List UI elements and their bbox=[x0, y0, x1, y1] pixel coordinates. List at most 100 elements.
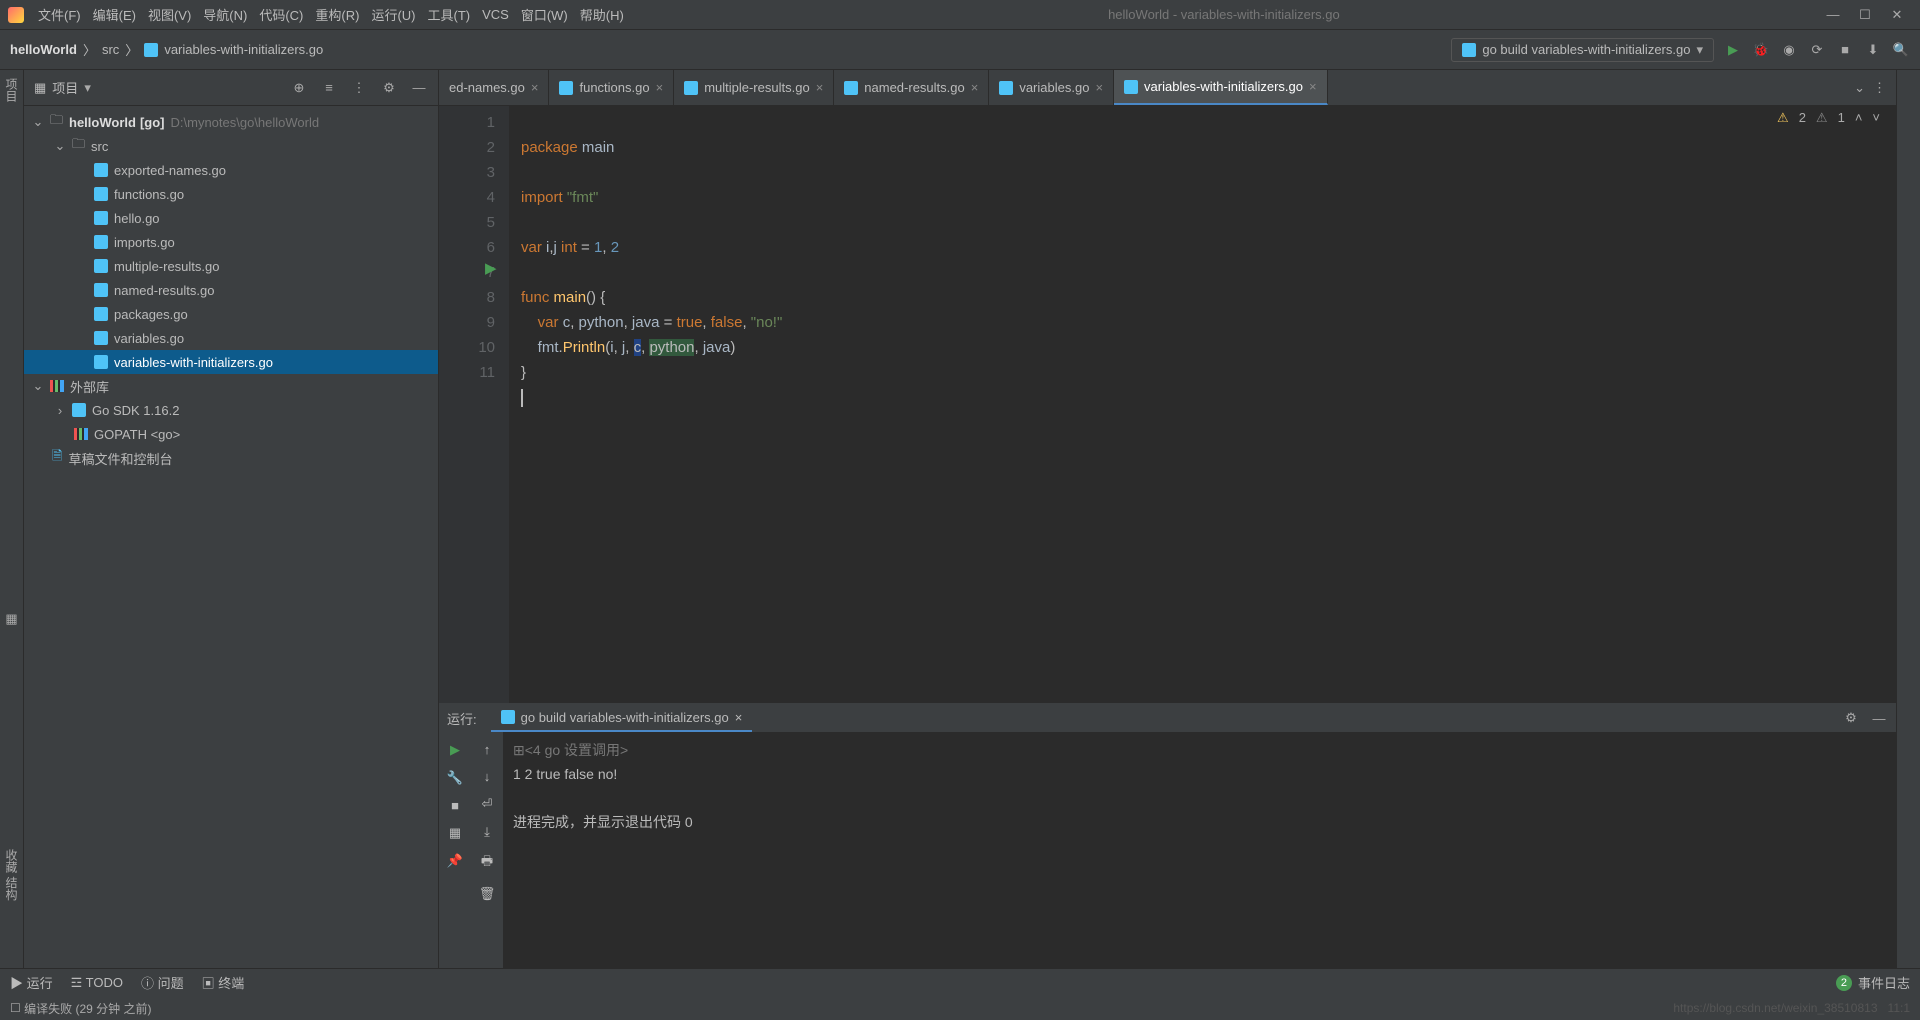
file-item[interactable]: exported-names.go bbox=[24, 158, 438, 182]
breadcrumb-file[interactable]: variables-with-initializers.go bbox=[164, 42, 323, 57]
menu-navigate[interactable]: 导航(N) bbox=[197, 5, 253, 24]
titlebar: 文件(F) 编辑(E) 视图(V) 导航(N) 代码(C) 重构(R) 运行(U… bbox=[0, 0, 1920, 30]
breadcrumb-project[interactable]: helloWorld bbox=[10, 42, 77, 57]
close-icon[interactable]: × bbox=[656, 80, 664, 95]
settings-icon[interactable]: ⚙ bbox=[380, 79, 398, 97]
file-item[interactable]: functions.go bbox=[24, 182, 438, 206]
run-tab[interactable]: go build variables-with-initializers.go× bbox=[491, 704, 753, 732]
menu-vcs[interactable]: VCS bbox=[476, 7, 515, 22]
coverage-button[interactable]: ◉ bbox=[1780, 41, 1798, 59]
project-root[interactable]: ⌄🗀 helloWorld [go] D:\mynotes\go\helloWo… bbox=[24, 110, 438, 134]
file-item[interactable]: named-results.go bbox=[24, 278, 438, 302]
run-tool-button[interactable]: ▶ 运行 bbox=[10, 973, 53, 992]
stop-button[interactable]: ■ bbox=[1836, 41, 1854, 59]
run-button[interactable]: ▶ bbox=[1724, 41, 1742, 59]
todo-tool-button[interactable]: ☲ TODO bbox=[71, 975, 123, 991]
tab[interactable]: ed-names.go× bbox=[439, 70, 549, 105]
collapse-icon[interactable]: ⋮ bbox=[350, 79, 368, 97]
inspection-badges[interactable]: ⚠2 ⚠1 ˄ ˅ bbox=[1777, 110, 1880, 126]
more-tabs-icon[interactable]: ⌄ bbox=[1854, 80, 1865, 96]
menu-run[interactable]: 运行(U) bbox=[365, 5, 421, 24]
minimize-button[interactable]: — bbox=[1826, 8, 1840, 22]
pin-icon[interactable]: 📌 bbox=[447, 853, 463, 869]
terminal-tool-button[interactable]: ▣ 终端 bbox=[202, 973, 245, 992]
close-icon[interactable]: × bbox=[1095, 80, 1103, 95]
close-icon[interactable]: × bbox=[971, 80, 979, 95]
project-tree: ⌄🗀 helloWorld [go] D:\mynotes\go\helloWo… bbox=[24, 106, 438, 474]
layout-icon[interactable]: ▦ bbox=[449, 825, 461, 841]
hide-icon[interactable]: — bbox=[410, 79, 428, 97]
console-output[interactable]: ⊞<4 go 设置调用> 1 2 true false no! 进程完成，并显示… bbox=[503, 732, 1896, 968]
update-button[interactable]: ⬇ bbox=[1864, 41, 1882, 59]
window-title: helloWorld - variables-with-initializers… bbox=[630, 7, 1818, 22]
chevron-up-icon[interactable]: ˄ bbox=[1855, 110, 1863, 126]
tab[interactable]: multiple-results.go× bbox=[674, 70, 834, 105]
menu-tools[interactable]: 工具(T) bbox=[421, 5, 476, 24]
search-button[interactable]: 🔍 bbox=[1892, 41, 1910, 59]
file-item[interactable]: hello.go bbox=[24, 206, 438, 230]
menu-edit[interactable]: 编辑(E) bbox=[87, 5, 142, 24]
expand-icon[interactable]: ≡ bbox=[320, 79, 338, 97]
menu-code[interactable]: 代码(C) bbox=[253, 5, 309, 24]
print-icon[interactable]: 🖶 bbox=[481, 852, 493, 874]
src-folder[interactable]: ⌄🗀src bbox=[24, 134, 438, 158]
soft-wrap-icon[interactable]: ⏎ bbox=[482, 796, 493, 812]
chevron-down-icon[interactable]: ˅ bbox=[1872, 110, 1880, 126]
maximize-button[interactable]: ☐ bbox=[1858, 8, 1872, 22]
favorites-tool-button[interactable]: 收藏 结构 bbox=[3, 849, 20, 900]
close-icon[interactable]: × bbox=[1309, 79, 1317, 94]
gear-icon[interactable]: ⚙ bbox=[1842, 709, 1860, 727]
profile-button[interactable]: ⟳ bbox=[1808, 41, 1826, 59]
weak-warning-icon: ⚠ bbox=[1816, 110, 1828, 126]
code-area[interactable]: package main import "fmt" var i,j int = … bbox=[509, 106, 1896, 703]
structure-tool-button[interactable]: ▦ bbox=[3, 610, 21, 628]
locate-icon[interactable]: ⊕ bbox=[290, 79, 308, 97]
scratch-files[interactable]: 🗎草稿文件和控制台 bbox=[24, 446, 438, 470]
wrench-icon[interactable]: 🔧 bbox=[447, 770, 463, 786]
app-logo bbox=[8, 7, 24, 23]
breadcrumb-folder[interactable]: src bbox=[102, 42, 119, 57]
scroll-icon[interactable]: ⤓ bbox=[484, 824, 490, 840]
problems-tool-button[interactable]: ⓘ 问题 bbox=[141, 973, 184, 992]
up-icon[interactable]: ↑ bbox=[484, 742, 491, 757]
file-item[interactable]: variables.go bbox=[24, 326, 438, 350]
close-icon[interactable]: × bbox=[531, 80, 539, 95]
down-icon[interactable]: ↓ bbox=[484, 769, 491, 784]
run-config-selector[interactable]: go build variables-with-initializers.go … bbox=[1451, 38, 1714, 62]
menu-window[interactable]: 窗口(W) bbox=[515, 5, 574, 24]
go-sdk[interactable]: ›Go SDK 1.16.2 bbox=[24, 398, 438, 422]
event-count-badge: 2 bbox=[1836, 975, 1852, 991]
tab[interactable]: variables.go× bbox=[989, 70, 1114, 105]
breadcrumb: helloWorld 〉 src 〉 variables-with-initia… bbox=[10, 40, 323, 59]
tab-active[interactable]: variables-with-initializers.go× bbox=[1114, 70, 1328, 105]
menu-file[interactable]: 文件(F) bbox=[32, 5, 87, 24]
file-item[interactable]: packages.go bbox=[24, 302, 438, 326]
navbar: helloWorld 〉 src 〉 variables-with-initia… bbox=[0, 30, 1920, 70]
menu-help[interactable]: 帮助(H) bbox=[574, 5, 630, 24]
run-config-label: go build variables-with-initializers.go bbox=[1482, 42, 1690, 57]
close-button[interactable]: ✕ bbox=[1890, 8, 1904, 22]
event-log-button[interactable]: 事件日志 bbox=[1858, 973, 1910, 992]
warning-icon: ⚠ bbox=[1777, 110, 1789, 126]
file-item[interactable]: multiple-results.go bbox=[24, 254, 438, 278]
tab-menu-icon[interactable]: ⋮ bbox=[1873, 80, 1886, 96]
run-gutter-icon[interactable]: ▶ bbox=[485, 256, 497, 281]
trash-icon[interactable]: 🗑 bbox=[479, 886, 496, 902]
menu-refactor[interactable]: 重构(R) bbox=[309, 5, 365, 24]
debug-button[interactable]: 🐞 bbox=[1752, 41, 1770, 59]
tab[interactable]: named-results.go× bbox=[834, 70, 989, 105]
menu-view[interactable]: 视图(V) bbox=[142, 5, 197, 24]
gopath[interactable]: GOPATH <go> bbox=[24, 422, 438, 446]
close-icon[interactable]: × bbox=[816, 80, 824, 95]
tab[interactable]: functions.go× bbox=[549, 70, 674, 105]
file-item[interactable]: imports.go bbox=[24, 230, 438, 254]
code-editor[interactable]: 123 456 789 1011 package main import "fm… bbox=[439, 106, 1896, 703]
external-libs[interactable]: ⌄外部库 bbox=[24, 374, 438, 398]
statusbar: ☐ 编译失败 (29 分钟 之前) https://blog.csdn.net/… bbox=[0, 996, 1920, 1020]
close-icon[interactable]: × bbox=[735, 710, 743, 725]
stop-icon[interactable]: ■ bbox=[451, 798, 459, 813]
minimize-icon[interactable]: — bbox=[1870, 709, 1888, 727]
rerun-icon[interactable]: ▶ bbox=[450, 742, 460, 758]
project-tool-button[interactable]: 项目 bbox=[3, 78, 20, 102]
file-item-selected[interactable]: variables-with-initializers.go bbox=[24, 350, 438, 374]
